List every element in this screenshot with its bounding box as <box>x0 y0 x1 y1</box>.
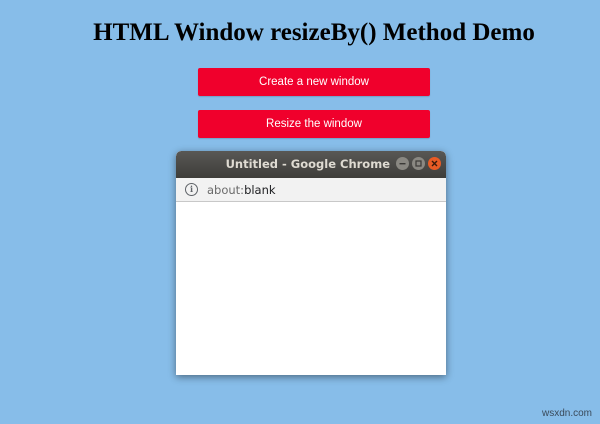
window-titlebar[interactable]: Untitled - Google Chrome <box>176 151 446 178</box>
resize-window-button[interactable]: Resize the window <box>198 110 430 138</box>
info-icon[interactable]: i <box>185 183 198 196</box>
create-window-button[interactable]: Create a new window <box>198 68 430 96</box>
url-text[interactable]: about:blank <box>207 183 276 197</box>
url-path: blank <box>244 182 276 197</box>
url-scheme: about: <box>207 182 245 197</box>
window-controls <box>396 157 441 170</box>
close-icon[interactable] <box>428 157 441 170</box>
popup-browser-window[interactable]: Untitled - Google Chrome i about:blank <box>176 151 446 375</box>
page-title: HTML Window resizeBy() Method Demo <box>93 19 535 46</box>
address-bar[interactable]: i about:blank <box>176 178 446 202</box>
maximize-icon[interactable] <box>412 157 425 170</box>
window-title: Untitled - Google Chrome <box>225 157 390 171</box>
page-viewport <box>176 202 446 375</box>
watermark: wsxdn.com <box>541 408 592 419</box>
minimize-icon[interactable] <box>396 157 409 170</box>
